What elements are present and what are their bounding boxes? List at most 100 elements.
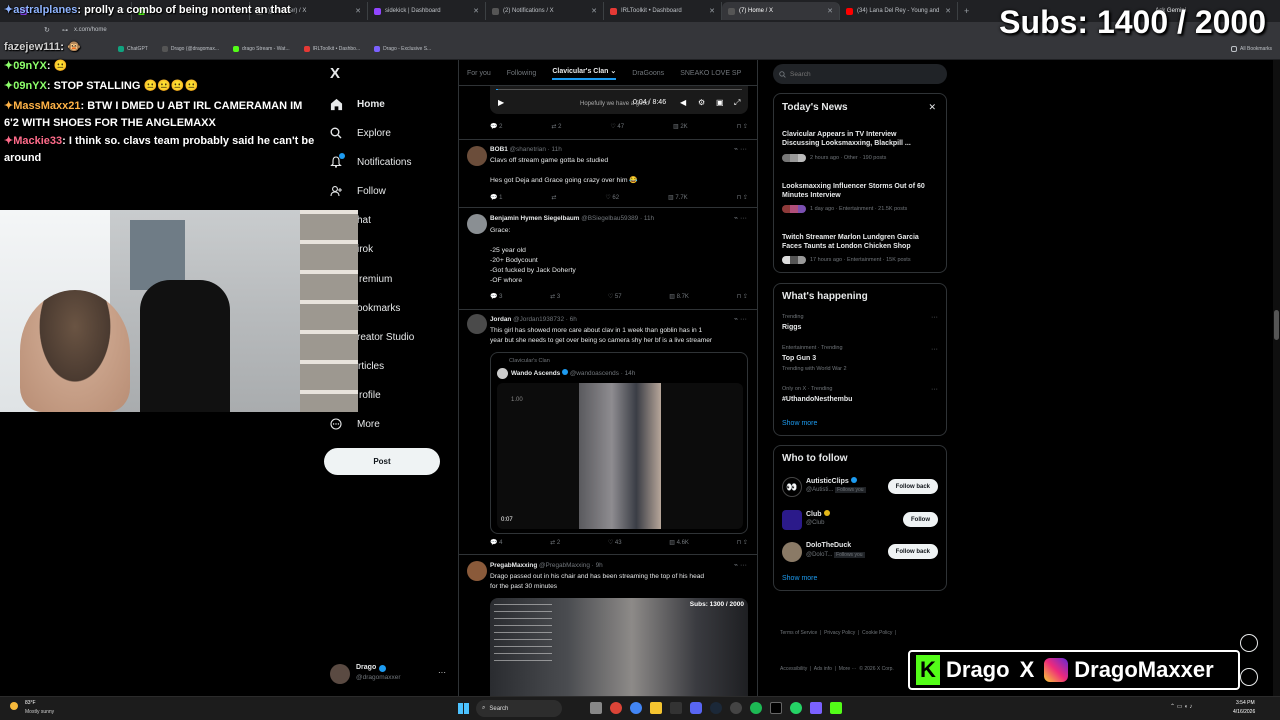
taskbar-search[interactable]: ⌕ Search [476, 700, 562, 717]
pip-icon[interactable]: ▣ [716, 98, 724, 107]
tweet[interactable]: PregabMaxxing @PregabMaxxing · 9h ⌁ ··· … [459, 555, 757, 696]
nav-articles[interactable]: rticles [358, 357, 384, 375]
scrollbar-thumb[interactable] [1274, 310, 1279, 340]
quote-video[interactable]: 1.00 0:07 [497, 383, 743, 529]
bookmark-share[interactable]: ⊓ ⇪ [737, 194, 748, 201]
close-icon[interactable]: ✕ [827, 7, 833, 15]
follow-back-button[interactable]: Follow back [887, 544, 938, 559]
all-bookmarks[interactable]: All Bookmarks [1231, 45, 1272, 52]
nav-more[interactable]: More [329, 415, 380, 433]
nav-creator-studio[interactable]: reator Studio [357, 328, 414, 346]
weather-temp[interactable]: 83°F [25, 700, 36, 706]
views-button[interactable]: ▥ 8.7K [669, 293, 689, 300]
tweet-menu-icon[interactable]: ⌁ ··· [734, 214, 747, 222]
file-explorer-icon[interactable] [650, 702, 662, 714]
author-name[interactable]: Jordan [490, 316, 511, 323]
tweet[interactable]: Benjamin Hymen Siegelbaum @BSiegelbau593… [459, 208, 757, 310]
show-more-link[interactable]: Show more [782, 575, 817, 582]
follow-name[interactable]: DoloTheDuck [806, 542, 851, 549]
nav-notifications[interactable]: Notifications [329, 153, 411, 171]
system-tray-icons[interactable]: ⌃ ▭ ◖ ♪ [1170, 703, 1192, 710]
like-button[interactable]: ♡ 47 [610, 123, 624, 130]
nav-follow[interactable]: Follow [329, 182, 386, 200]
repost-button[interactable]: ⇄ 3 [550, 293, 560, 300]
more-dots-icon[interactable]: ··· [931, 386, 938, 393]
bookmark-share[interactable]: ⊓ ⇪ [737, 123, 748, 130]
chat-bubble-icon[interactable] [1240, 668, 1258, 686]
more-dots-icon[interactable]: ··· [931, 346, 938, 353]
video-player[interactable]: ▶ Hopefully we have a good 0:04 / 8:46 ◀… [490, 86, 748, 114]
new-tab-icon[interactable]: + [964, 6, 969, 16]
volume-icon[interactable]: ◀ [680, 98, 686, 107]
more-dots-icon[interactable]: ··· [931, 314, 938, 321]
chrome-icon[interactable] [610, 702, 622, 714]
tab-clavicular-clan[interactable]: Clavicular's Clan ⌄ [552, 67, 617, 80]
author-name[interactable]: PregabMaxxing [490, 562, 537, 569]
page-scrollbar[interactable] [1273, 60, 1280, 696]
quoted-tweet[interactable]: Clavicular's Clan Wando Ascends @wandoas… [490, 352, 748, 534]
tweet-menu-icon[interactable]: ⌁ ··· [734, 315, 747, 323]
trend-title[interactable]: #UthandoNesthembu [782, 395, 932, 404]
close-icon[interactable]: ✕ [709, 7, 715, 15]
follow-button[interactable]: Follow [903, 512, 938, 527]
account-switcher[interactable]: Drago @dragomaxxer ··· [330, 662, 448, 686]
discord-icon[interactable] [690, 702, 702, 714]
nav-chat[interactable]: hat [357, 211, 371, 229]
follow-name[interactable]: AutisticClips [806, 477, 857, 485]
tab-for-you[interactable]: For you [467, 70, 491, 77]
chrome-alt-icon[interactable] [630, 702, 642, 714]
author-name[interactable]: BOB1 [490, 146, 508, 153]
repost-button[interactable]: ⇄ 2 [550, 539, 560, 546]
bookmark-share[interactable]: ⊓ ⇪ [737, 293, 748, 300]
follow-name[interactable]: Club [806, 510, 830, 518]
reply-button[interactable]: 💬 2 [490, 123, 502, 130]
task-view-icon[interactable] [590, 702, 602, 714]
trend-title[interactable]: Top Gun 3 [782, 354, 932, 363]
close-icon[interactable]: ✕ [355, 7, 361, 15]
repost-button[interactable]: ⇄ [551, 194, 556, 201]
fullscreen-icon[interactable]: ⤢ [734, 98, 740, 108]
nav-grok[interactable]: irok [357, 240, 373, 258]
obs-icon[interactable] [730, 702, 742, 714]
tab-sneako[interactable]: SNEAKO LOVE SP [680, 70, 741, 77]
steam-icon[interactable] [710, 702, 722, 714]
windows-start-icon[interactable] [458, 703, 469, 714]
trend-title[interactable]: Riggs [782, 323, 932, 332]
browser-tab[interactable]: (34) Lana Del Rey - Young and ✕ [840, 2, 958, 20]
x-logo[interactable]: X [330, 65, 340, 82]
tweet-menu-icon[interactable]: ⌁ ··· [734, 145, 747, 153]
nav-profile[interactable]: rofile [359, 386, 381, 404]
footer-line[interactable]: Accessibility | Ads info | More ··· © 20… [780, 663, 896, 675]
bookmark-share[interactable]: ⊓ ⇪ [737, 539, 748, 546]
play-icon[interactable]: ▶ [498, 98, 504, 107]
views-button[interactable]: ▥ 2K [673, 123, 688, 130]
search-box[interactable] [773, 64, 947, 84]
video-progress-bar[interactable] [496, 89, 742, 90]
x-app-icon[interactable] [770, 702, 782, 714]
browser-tab-active[interactable]: (7) Home / X ✕ [722, 2, 840, 20]
reply-button[interactable]: 💬 3 [490, 293, 502, 300]
whatsapp-icon[interactable] [790, 702, 802, 714]
close-icon[interactable]: ✕ [945, 7, 951, 15]
close-icon[interactable]: ✕ [591, 7, 597, 15]
nav-explore[interactable]: Explore [329, 124, 391, 142]
tweet[interactable]: Jordan @Jordan1938732 · 6h ⌁ ··· This gi… [459, 310, 757, 555]
grok-icon[interactable] [1240, 634, 1258, 652]
clock-time[interactable]: 3:54 PM [1236, 700, 1255, 706]
show-more-link[interactable]: Show more [782, 420, 817, 427]
news-headline[interactable]: Looksmaxxing Influencer Storms Out of 60… [782, 182, 932, 200]
more-dots-icon[interactable]: ··· [438, 668, 446, 677]
nav-home[interactable]: Home [329, 95, 385, 113]
news-headline[interactable]: Twitch Streamer Marlon Lundgren Garcia F… [782, 233, 932, 251]
app-icon[interactable] [810, 702, 822, 714]
like-button[interactable]: ♡ 62 [605, 194, 619, 201]
views-button[interactable]: ▥ 7.7K [668, 194, 688, 201]
repost-button[interactable]: ⇄ 2 [551, 123, 561, 130]
browser-tab[interactable]: IRLToolkit • Dashboard ✕ [604, 2, 722, 20]
like-button[interactable]: ♡ 57 [608, 293, 622, 300]
footer-line[interactable]: Terms of Service | Privacy Policy | Cook… [780, 627, 896, 639]
post-button[interactable]: Post [324, 448, 440, 475]
search-input[interactable] [790, 70, 930, 78]
browser-tab[interactable]: sidekick | Dashboard ✕ [368, 2, 486, 20]
nav-premium[interactable]: remium [359, 270, 392, 288]
